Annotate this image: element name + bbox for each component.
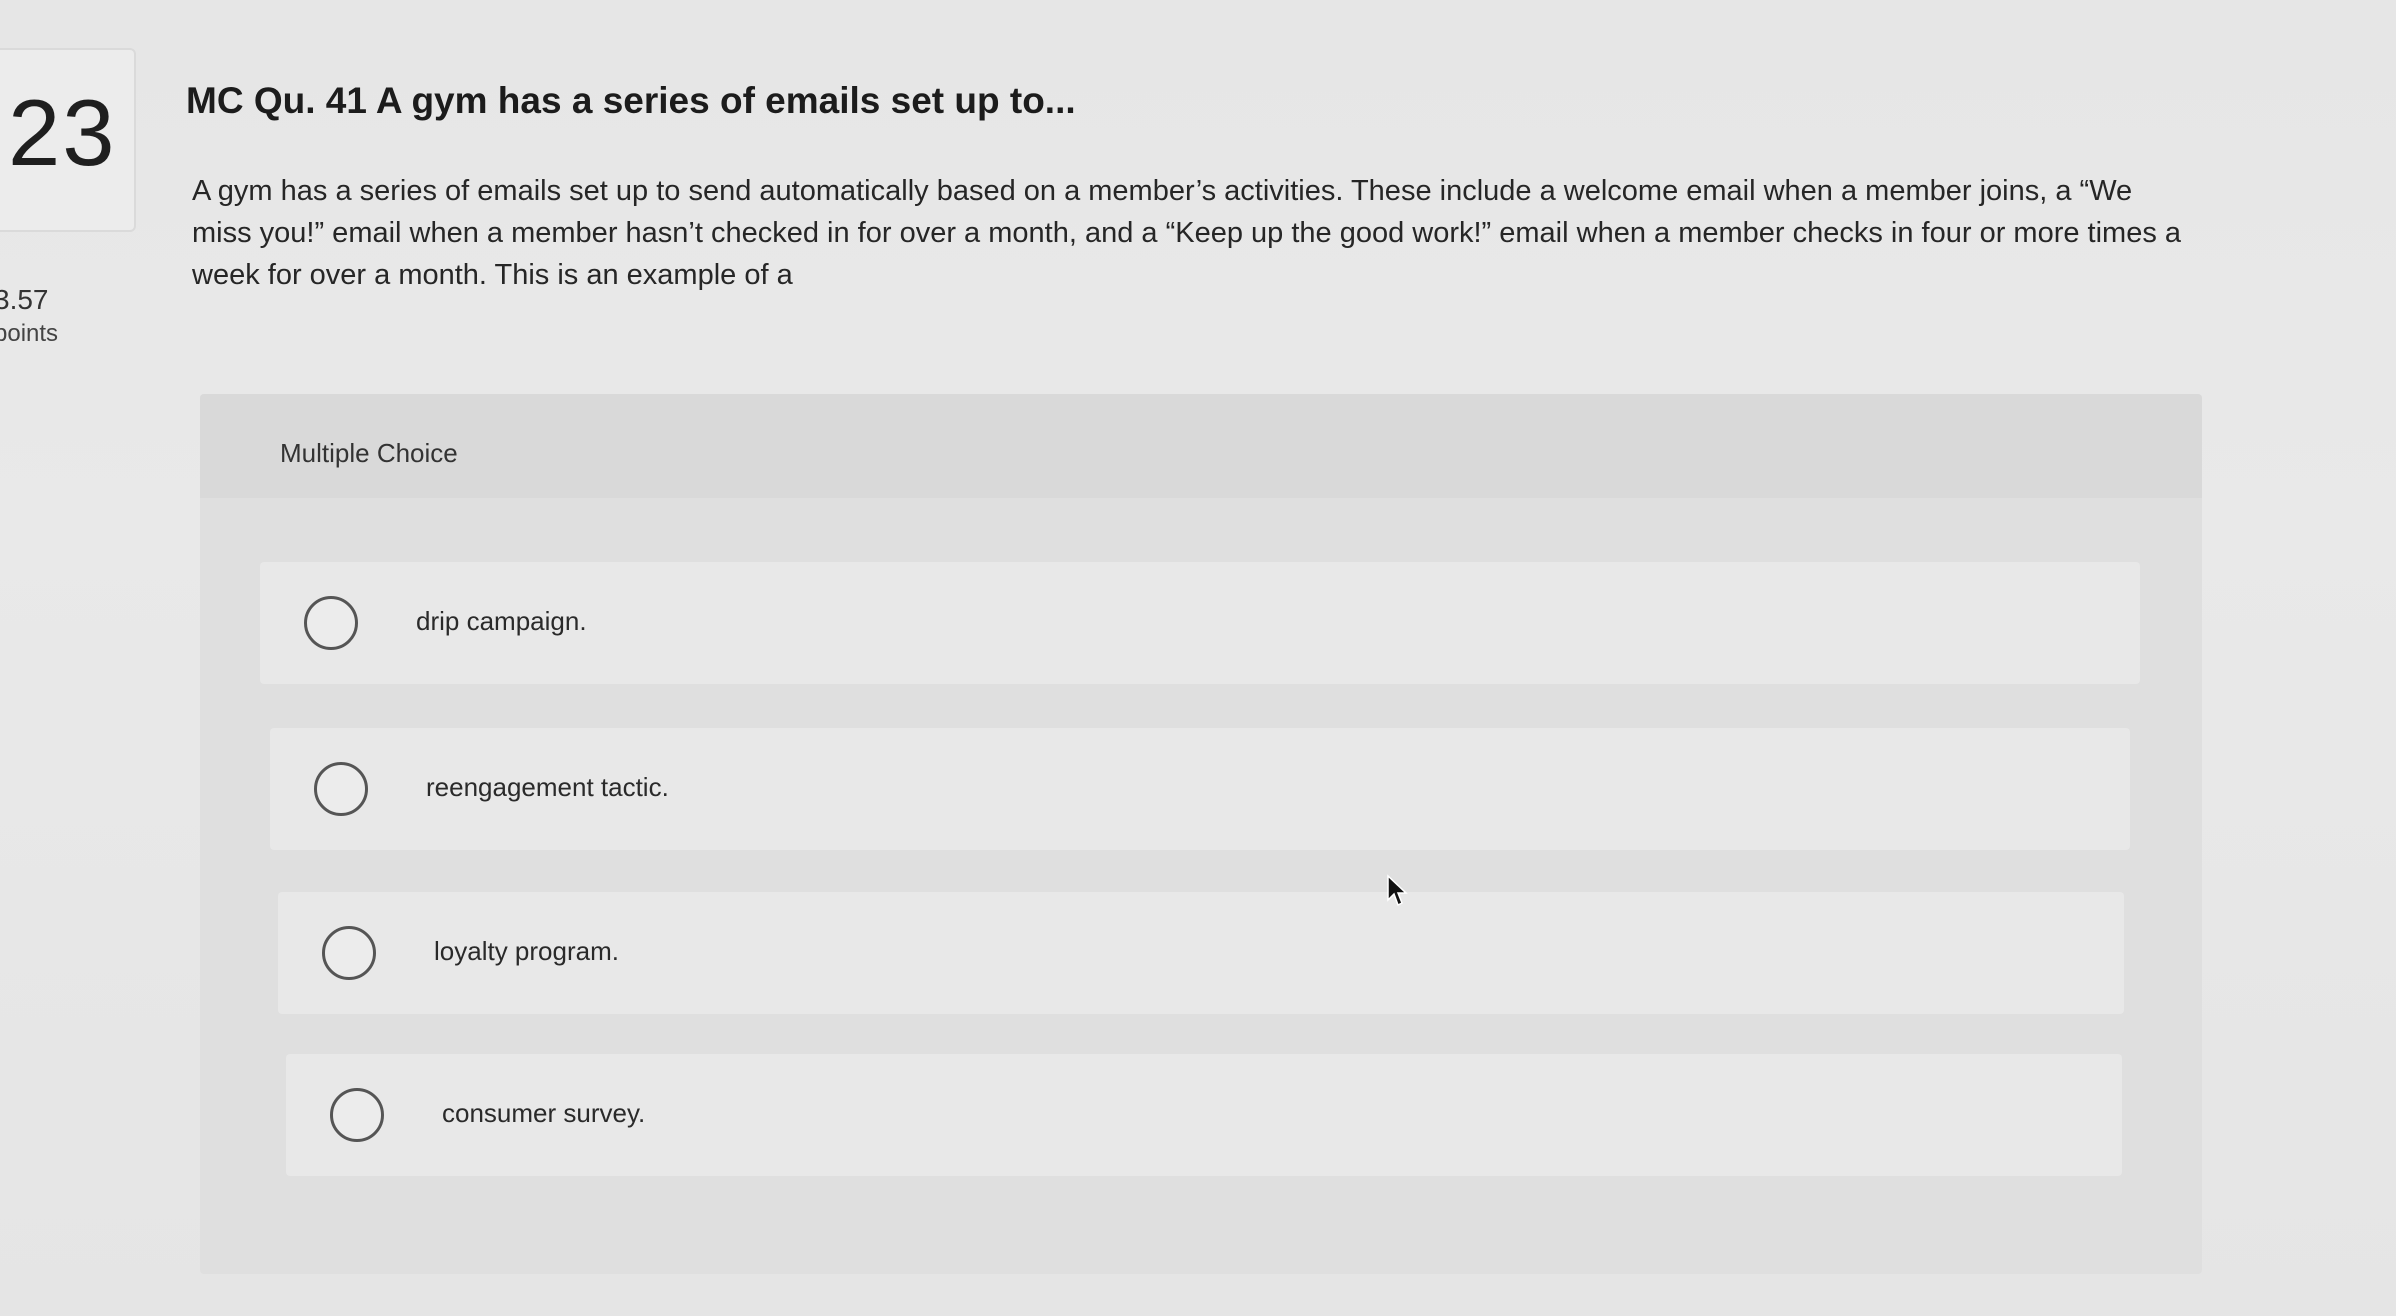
points-value: 3.57: [0, 284, 49, 315]
radio-unselected-icon[interactable]: [330, 1088, 384, 1142]
multiple-choice-header: Multiple Choice: [200, 394, 2202, 498]
choice-label: consumer survey.: [442, 1098, 646, 1128]
multiple-choice-label: Multiple Choice: [280, 438, 458, 468]
question-number: 23: [8, 80, 117, 185]
mouse-pointer-icon: [1387, 874, 1408, 907]
choice-option-2[interactable]: reengagement tactic.: [270, 728, 2130, 850]
radio-unselected-icon[interactable]: [314, 762, 368, 816]
radio-unselected-icon[interactable]: [304, 596, 358, 650]
points-label: points: [0, 320, 59, 347]
question-title: MC Qu. 41 A gym has a series of emails s…: [186, 80, 1076, 121]
question-text: A gym has a series of emails set up to s…: [192, 175, 2182, 291]
choice-option-4[interactable]: consumer survey.: [286, 1054, 2122, 1176]
multiple-choice-panel: Multiple Choice drip campaign. reengagem…: [200, 394, 2202, 1274]
choice-option-1[interactable]: drip campaign.: [260, 562, 2140, 684]
choice-label: reengagement tactic.: [426, 772, 669, 802]
radio-unselected-icon[interactable]: [322, 926, 376, 980]
choice-option-3[interactable]: loyalty program.: [278, 892, 2124, 1014]
choice-label: loyalty program.: [434, 936, 619, 966]
choice-label: drip campaign.: [416, 606, 587, 636]
quiz-page: 23 3.57 points MC Qu. 41 A gym has a ser…: [0, 0, 2396, 1316]
